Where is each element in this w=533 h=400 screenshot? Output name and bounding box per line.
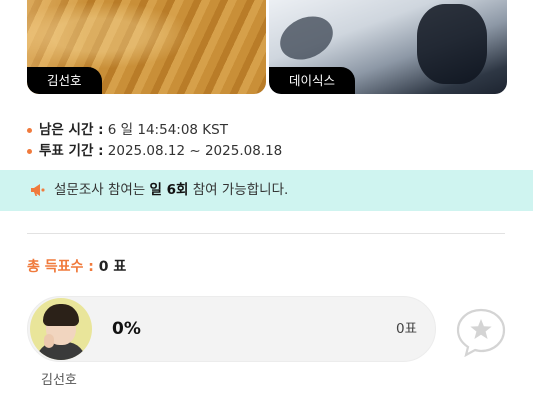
card-name-label: 데이식스 bbox=[269, 67, 356, 94]
participation-notice: 설문조사 참여는 일 6회 참여 가능합니다. bbox=[0, 170, 533, 211]
remaining-time-label: 남은 시간 : bbox=[39, 122, 104, 138]
total-votes: 총 득표수 : 0 표 bbox=[27, 256, 126, 276]
card-name-label: 김선호 bbox=[27, 67, 102, 94]
remaining-time-row: 남은 시간 : 6 일 14:54:08 KST bbox=[27, 118, 228, 138]
vote-period-row: 투표 기간 : 2025.08.12 ~ 2025.08.18 bbox=[27, 139, 282, 159]
vote-percent: 0% bbox=[112, 319, 141, 339]
star-speech-bubble-icon[interactable] bbox=[455, 307, 507, 357]
vote-period-label: 투표 기간 : bbox=[39, 143, 104, 159]
candidate-card-kim-seonho[interactable]: 김선호 bbox=[27, 0, 266, 94]
candidate-card-day6[interactable]: 데이식스 bbox=[269, 0, 507, 94]
vote-count: 0표 bbox=[395, 321, 417, 337]
avatar bbox=[30, 298, 92, 360]
candidate-cards: 김선호 데이식스 bbox=[0, 0, 533, 94]
vote-period-value: 2025.08.12 ~ 2025.08.18 bbox=[107, 143, 283, 159]
total-votes-value: 0 표 bbox=[98, 259, 127, 275]
bullet-dot bbox=[27, 148, 32, 154]
megaphone-icon bbox=[31, 184, 45, 196]
total-votes-label: 총 득표수 : bbox=[27, 259, 94, 275]
bullet-dot bbox=[27, 127, 32, 133]
notice-text: 설문조사 참여는 일 6회 참여 가능합니다. bbox=[54, 170, 288, 211]
notice-suffix: 참여 가능합니다. bbox=[188, 182, 289, 198]
remaining-time-value: 6 일 14:54:08 KST bbox=[107, 122, 228, 138]
divider bbox=[27, 233, 505, 234]
notice-prefix: 설문조사 참여는 bbox=[54, 182, 150, 198]
candidate-name: 김선호 bbox=[41, 373, 77, 388]
notice-highlight: 일 6회 bbox=[149, 182, 189, 198]
candidate-vote-bar[interactable]: 0% 0표 bbox=[27, 296, 436, 362]
